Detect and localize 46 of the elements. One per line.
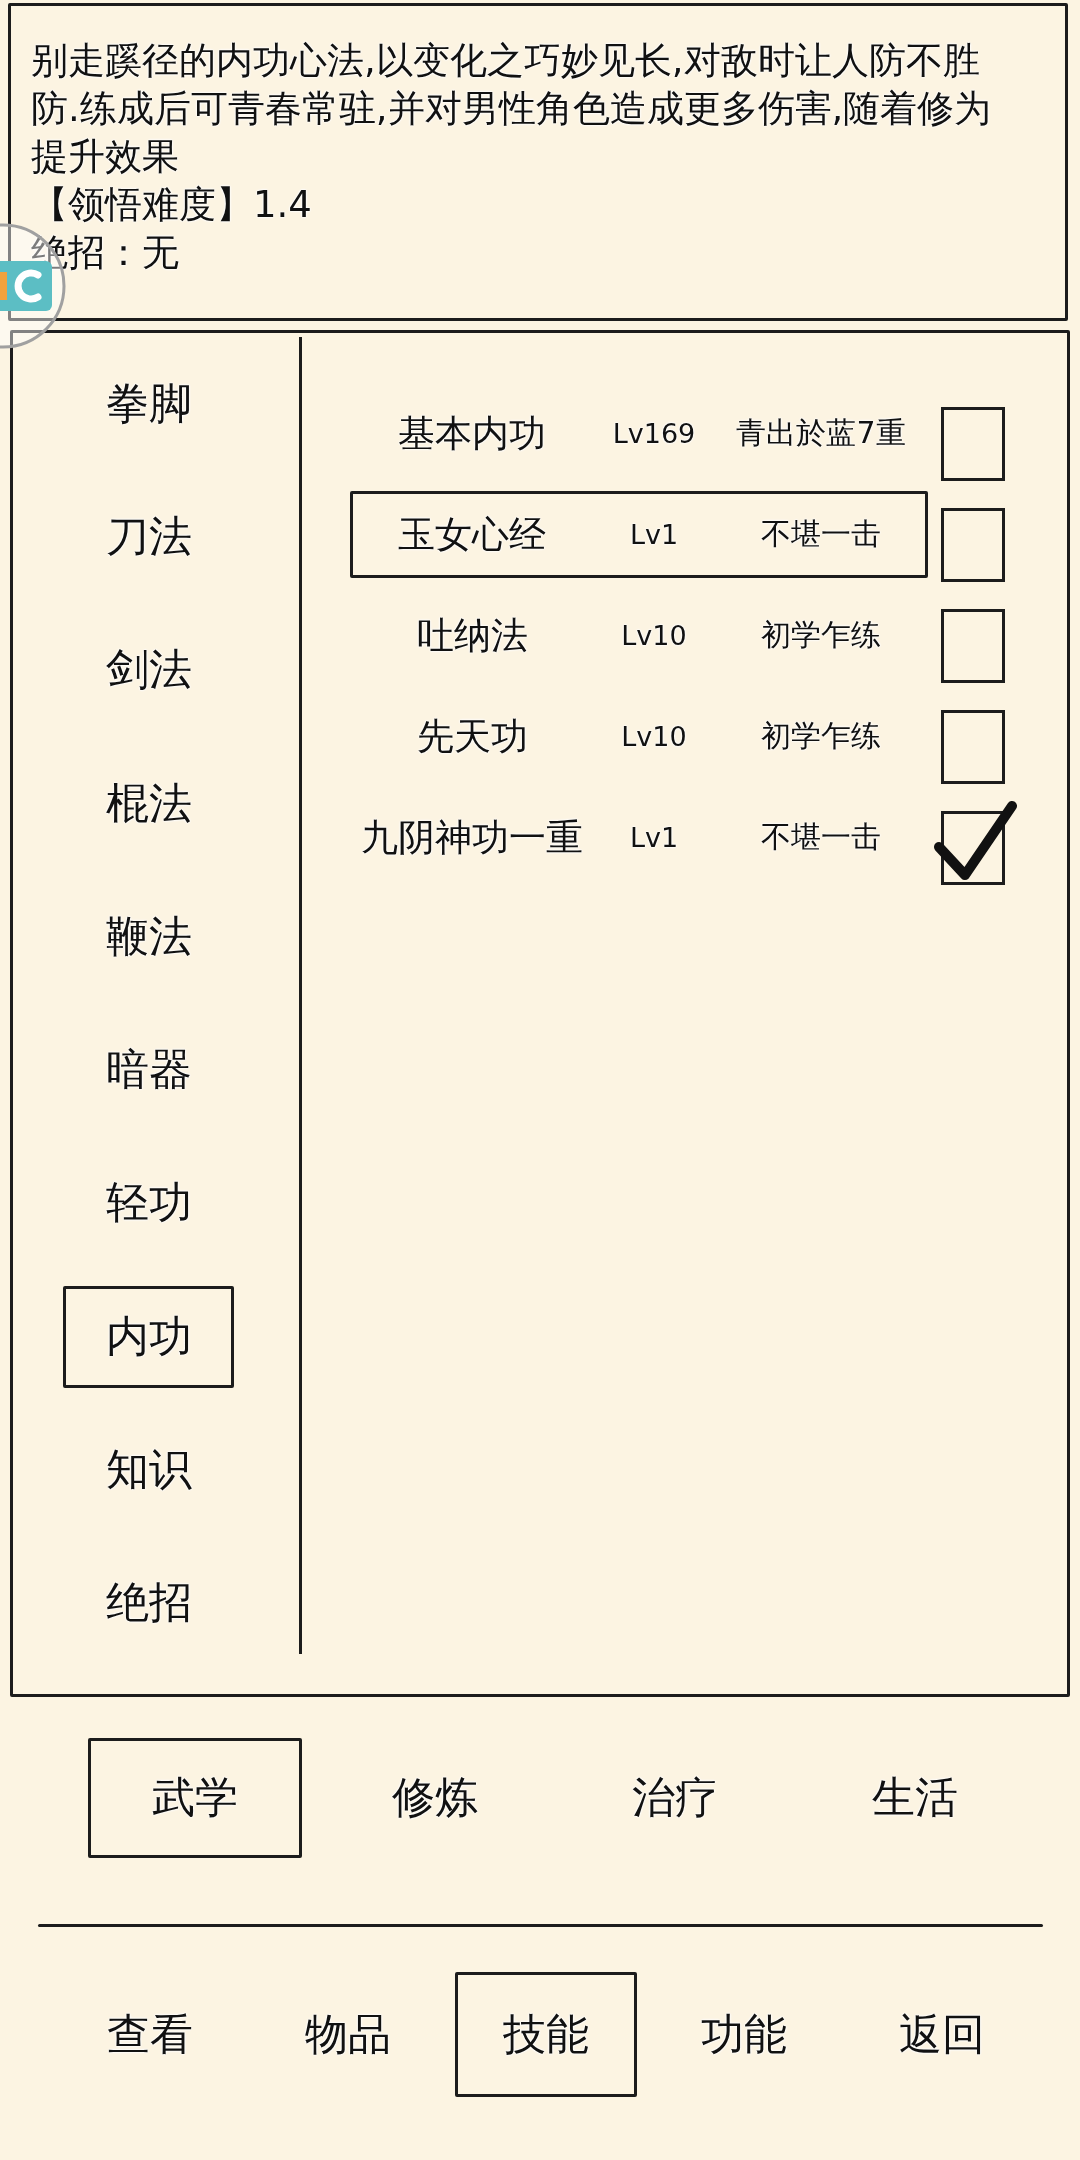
- skill-level: Lv10: [620, 721, 688, 752]
- skill-name: 玉女心经: [397, 511, 547, 558]
- skill-description: 别走蹊径的内功心法,以变化之巧妙见长,对敌时让人防不胜防.练成后可青春常驻,并对男性角色造成更多伤害,随着修为提升效果: [31, 38, 993, 180]
- category-tab[interactable]: 剑法: [63, 619, 234, 722]
- skill-name: 吐纳法: [415, 612, 529, 659]
- skill-level: Lv10: [620, 620, 688, 651]
- section-tab[interactable]: 武学: [88, 1738, 302, 1858]
- skill-rank: 青出於蓝7重: [735, 414, 907, 452]
- section-tab[interactable]: 生活: [808, 1738, 1022, 1858]
- skill-rank: 初学乍练: [760, 717, 882, 755]
- category-tab[interactable]: 暗器: [63, 1019, 234, 1122]
- category-tab[interactable]: 刀法: [63, 486, 234, 589]
- skill-row[interactable]: 先天功 Lv10 初学乍练: [350, 693, 928, 780]
- checkbox[interactable]: [941, 407, 1005, 481]
- skill-name: 先天功: [415, 713, 529, 760]
- checkbox[interactable]: [941, 609, 1005, 683]
- skill-rank: 不堪一击: [760, 515, 882, 553]
- nav-button[interactable]: 查看: [59, 1972, 241, 2097]
- skill-row[interactable]: 吐纳法 Lv10 初学乍练: [350, 592, 928, 679]
- section-tab[interactable]: 修炼: [328, 1738, 542, 1858]
- category-tab[interactable]: 知识: [63, 1418, 234, 1521]
- skill-level: Lv169: [611, 418, 697, 449]
- category-tab[interactable]: 绝招: [63, 1552, 234, 1654]
- skill-rank: 初学乍练: [760, 616, 882, 654]
- skill-level: Lv1: [628, 822, 680, 853]
- nav-button[interactable]: 返回: [851, 1972, 1033, 2097]
- difficulty-text: 【领悟难度】1.4: [31, 182, 313, 228]
- nav-button[interactable]: 功能: [653, 1972, 835, 2097]
- skill-name: 九阴神功一重: [360, 814, 584, 861]
- checkbox[interactable]: [941, 710, 1005, 784]
- category-tab[interactable]: 棍法: [63, 752, 234, 855]
- nav-button[interactable]: 物品: [257, 1972, 439, 2097]
- skill-rank: 不堪一击: [760, 818, 882, 856]
- skill-row[interactable]: 基本内功 Lv169 青出於蓝7重: [350, 390, 928, 477]
- skill-row[interactable]: 玉女心经 Lv1 不堪一击: [350, 491, 928, 578]
- nav-button[interactable]: 技能: [455, 1972, 637, 2097]
- skill-level: Lv1: [628, 519, 680, 550]
- category-tab[interactable]: 内功: [63, 1285, 234, 1388]
- skill-row[interactable]: 九阴神功一重 Lv1 不堪一击: [350, 794, 928, 881]
- category-tab[interactable]: 轻功: [63, 1152, 234, 1255]
- skill-name: 基本内功: [397, 410, 547, 457]
- category-tab[interactable]: 拳脚: [63, 353, 234, 455]
- checkbox[interactable]: [932, 799, 1018, 885]
- checkbox[interactable]: [941, 508, 1005, 582]
- category-tab[interactable]: 鞭法: [63, 885, 234, 988]
- section-tab[interactable]: 治疗: [568, 1738, 782, 1858]
